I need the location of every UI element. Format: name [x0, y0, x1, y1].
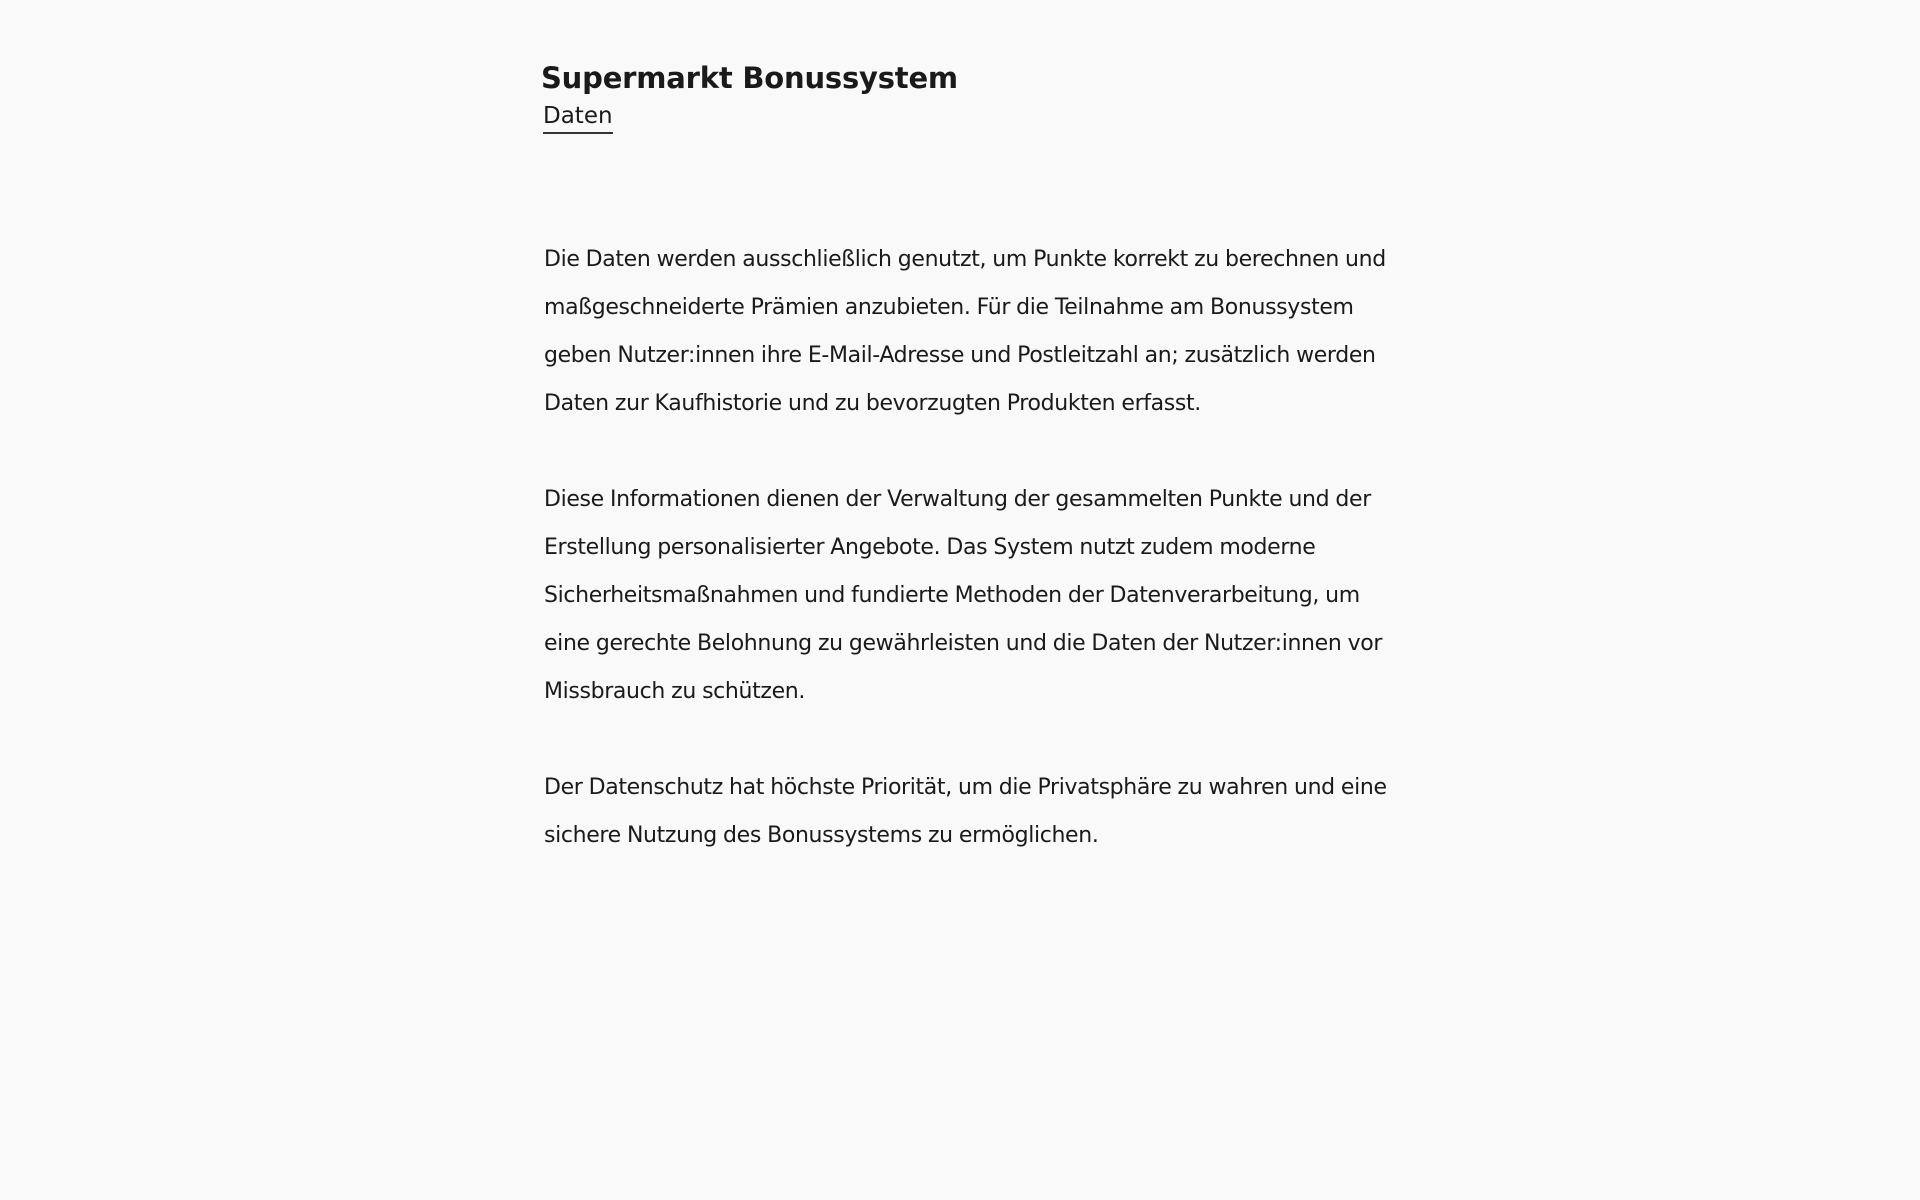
main-content: Die Daten werden ausschließlich genutzt,…: [544, 236, 1404, 908]
paragraph-information-purpose: Diese Informationen dienen der Verwaltun…: [544, 487, 1383, 704]
page-header: Supermarkt Bonussystem Daten: [541, 58, 958, 134]
paragraph-data-usage: Die Daten werden ausschließlich genutzt,…: [544, 247, 1386, 416]
paragraph-privacy-priority: Der Datenschutz hat höchste Priorität, u…: [544, 775, 1387, 848]
main-nav: Daten: [543, 100, 958, 134]
app-title: Supermarkt Bonussystem: [541, 61, 958, 95]
nav-link-daten[interactable]: Daten: [543, 100, 613, 134]
page: Supermarkt Bonussystem Daten Die Daten w…: [0, 0, 1920, 1200]
